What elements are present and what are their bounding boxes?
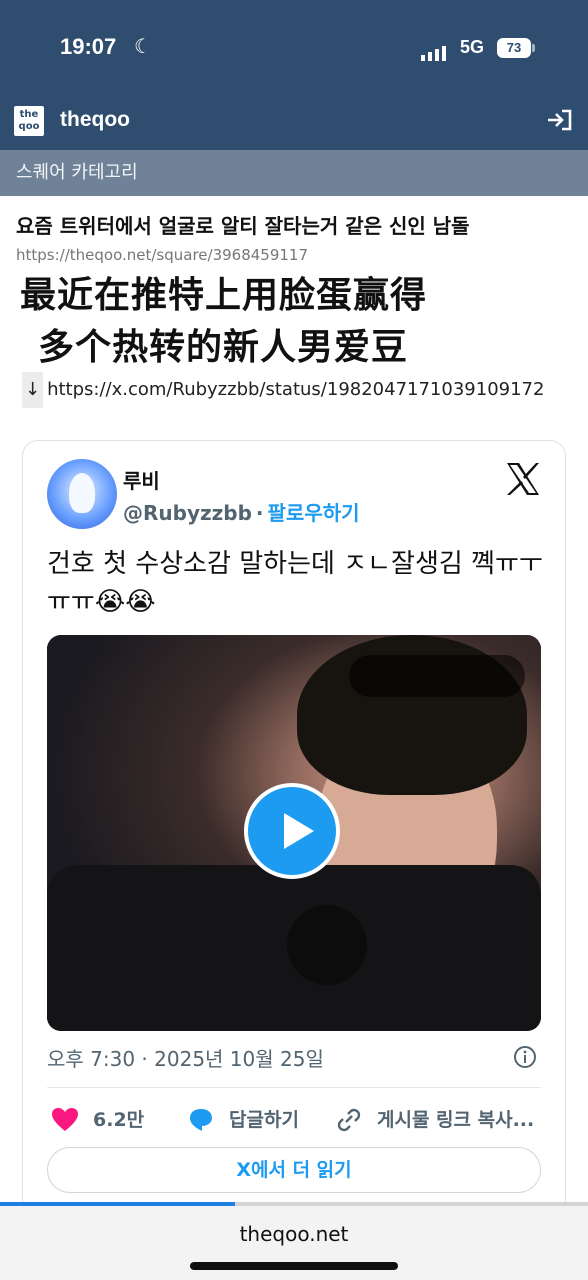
moon-icon: ☾ — [134, 34, 152, 58]
tweet-video[interactable] — [47, 635, 541, 1031]
play-icon[interactable] — [244, 783, 340, 879]
read-more-label: 에서 더 읽기 — [251, 1159, 352, 1181]
overlay-caption-line-2: 多个热转的新人男爱豆 — [34, 318, 413, 370]
divider — [47, 1087, 541, 1088]
embed-link[interactable]: ↓ https://x.com/Rubyzzbb/status/198204717… — [22, 372, 572, 408]
heart-icon[interactable] — [51, 1107, 79, 1133]
battery-icon: 73 — [497, 38, 531, 58]
x-logo-icon[interactable] — [503, 459, 543, 499]
status-bar: 19:07 ☾ 5G 73 — [0, 0, 588, 100]
tweet-handle[interactable]: @Rubyzzbb — [123, 501, 252, 525]
copy-link-button[interactable]: 게시물 링크 복사... — [377, 1105, 534, 1132]
home-indicator[interactable] — [190, 1262, 398, 1270]
like-count[interactable]: 6.2만 — [93, 1105, 144, 1132]
login-icon[interactable] — [546, 108, 574, 132]
video-blurred-caption — [349, 655, 525, 697]
tweet-embed-card[interactable]: 루비 @Rubyzzbb · 팔로우하기 건호 첫 수상소감 말하는데 ㅈㄴ잘생김 … — [22, 440, 566, 1240]
post-title: 요즘 트위터에서 얼굴로 알티 잘타는거 같은 신인 남돌 — [16, 214, 470, 238]
tweet-timestamp[interactable]: 오후 7:30 · 2025년 10월 25일 — [47, 1043, 324, 1072]
down-arrow-icon: ↓ — [22, 372, 44, 408]
follow-button[interactable]: 팔로우하기 — [268, 501, 360, 525]
avatar[interactable] — [47, 459, 117, 529]
tweet-handle-row: @Rubyzzbb · 팔로우하기 — [123, 497, 360, 526]
category-label[interactable]: 스퀘어 카테고리 — [16, 158, 138, 184]
embed-link-url[interactable]: https://x.com/Rubyzzbb/status/1982047171… — [47, 379, 544, 400]
avatar-bunny-ears — [69, 473, 95, 513]
address-domain[interactable]: theqoo.net — [0, 1222, 588, 1246]
read-more-x: X — [236, 1159, 251, 1181]
category-bar[interactable]: 스퀘어 카테고리 — [0, 150, 588, 196]
tweet-actions: 6.2만 답글하기 게시물 링크 복사... — [47, 1101, 541, 1141]
separator-dot: · — [255, 501, 264, 525]
site-brand[interactable]: theqoo — [60, 108, 130, 132]
tweet-display-name[interactable]: 루비 — [123, 465, 160, 494]
clock: 19:07 — [60, 34, 117, 59]
overlay-caption-line-1: 最近在推特上用脸蛋赢得 — [14, 266, 434, 318]
read-more-on-x-button[interactable]: X에서 더 읽기 — [47, 1147, 541, 1193]
post-url[interactable]: https://theqoo.net/square/3968459117 — [16, 246, 308, 264]
reply-button[interactable]: 답글하기 — [229, 1105, 299, 1132]
browser-address-bar[interactable]: theqoo.net — [0, 1206, 588, 1280]
signal-icon — [421, 42, 449, 61]
reply-icon[interactable] — [187, 1107, 215, 1133]
info-icon[interactable] — [513, 1045, 537, 1069]
tweet-text: 건호 첫 수상소감 말하는데 ㅈㄴ잘생김 꼑ㅠㅜㅠㅠ😭😭 — [47, 549, 543, 617]
video-frame-microphone — [287, 905, 367, 985]
app-header: the qoo theqoo — [0, 100, 588, 150]
theqoo-logo[interactable]: the qoo — [14, 106, 44, 136]
battery-tip — [532, 44, 535, 52]
link-icon[interactable] — [335, 1107, 363, 1133]
network-type: 5G — [460, 37, 485, 57]
